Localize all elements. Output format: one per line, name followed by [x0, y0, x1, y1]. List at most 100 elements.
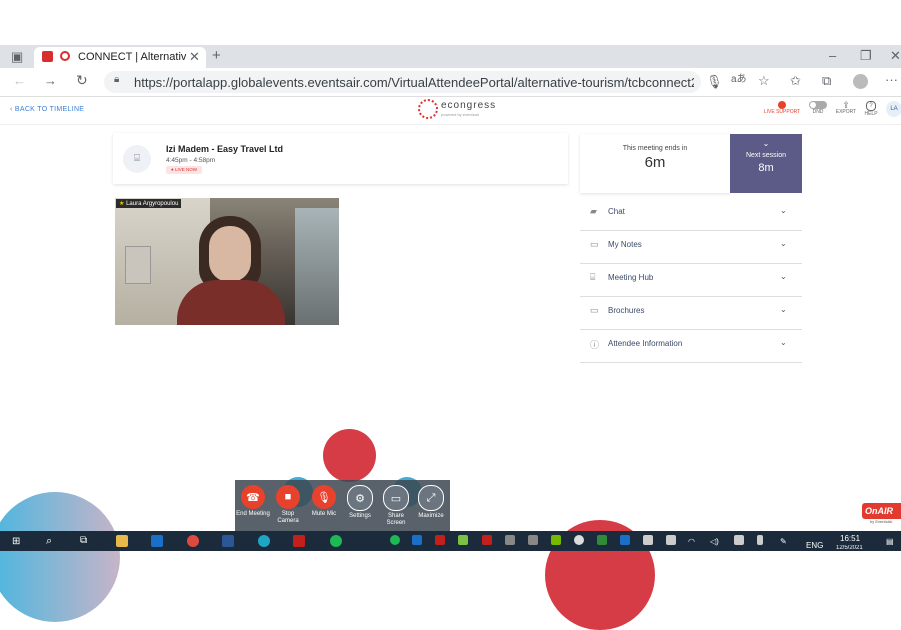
help-icon: ? — [866, 101, 876, 111]
tray-check-icon[interactable] — [458, 535, 468, 545]
windows-start-icon[interactable]: ⊞ — [12, 536, 20, 547]
end-meeting-button[interactable]: ☎ End Meeting — [236, 485, 270, 518]
clock-time[interactable]: 16:51 — [840, 534, 860, 543]
share-screen-button[interactable]: ▭ Share Screen — [379, 485, 413, 527]
clock-date[interactable]: 12/5/2021 — [836, 545, 863, 551]
close-tab-icon[interactable]: ✕ — [189, 50, 200, 63]
security-icon[interactable] — [643, 535, 653, 545]
control-label: Share Screen — [386, 513, 406, 526]
refresh-icon[interactable]: ↻ — [76, 73, 88, 87]
ends-value: 6m — [644, 154, 666, 171]
microphone-icon: 🎙︎ — [312, 485, 336, 509]
battery-icon[interactable] — [666, 535, 676, 545]
help-button[interactable]: ? HELP — [862, 101, 880, 117]
taskbar — [0, 531, 901, 551]
mute-mic-button[interactable]: 🎙︎ Mute Mic — [307, 485, 341, 518]
chevron-down-icon: ⌄ — [780, 305, 787, 314]
back-to-timeline-link[interactable]: ‹ BACK TO TIMELINE — [10, 106, 84, 113]
export-button[interactable]: ⇪ EXPORT — [834, 100, 858, 116]
chevron-down-icon: ⌄ — [780, 338, 787, 347]
tray-usb-icon[interactable] — [757, 535, 763, 545]
tray-excel-icon[interactable] — [597, 535, 607, 545]
accordion-meeting-hub[interactable]: ⌸ Meeting Hub ⌄ — [580, 264, 802, 297]
meeting-countdown: This meeting ends in 6m — [580, 134, 730, 193]
collections-icon[interactable]: ⧉ — [822, 74, 831, 87]
profile-icon[interactable] — [853, 74, 868, 89]
expand-icon: ⤢ — [418, 485, 444, 511]
chevron-down-icon: ⌄ — [780, 239, 787, 248]
accordion-label: My Notes — [608, 240, 642, 249]
edge-icon[interactable] — [258, 535, 270, 547]
live-badge: ● LIVE NOW — [166, 166, 202, 174]
onedrive-icon[interactable] — [574, 535, 584, 545]
bluetooth-icon[interactable] — [620, 535, 630, 545]
dnd-toggle[interactable]: DND — [809, 101, 827, 115]
close-window-icon[interactable]: ✕ — [890, 49, 901, 62]
pen-icon[interactable]: ✎ — [780, 537, 787, 546]
onair-badge[interactable]: OnAIR — [862, 503, 901, 519]
tray-app-icon[interactable] — [435, 535, 445, 545]
outlook-tray-icon[interactable] — [412, 535, 422, 545]
logo-subtitle: powered by eventsair — [441, 112, 480, 117]
chrome-icon[interactable] — [187, 535, 199, 547]
notes-icon: ▭ — [590, 239, 599, 249]
outlook-icon[interactable] — [151, 535, 163, 547]
tray-monitor-icon[interactable] — [734, 535, 744, 545]
accordion-label: Attendee Information — [608, 339, 683, 348]
live-label: LIVE NOW — [174, 167, 197, 172]
accordion-attendee-information[interactable]: ⓘ Attendee Information ⌄ — [580, 330, 802, 363]
participant-video[interactable] — [115, 198, 339, 325]
maximize-button[interactable]: ⤢ Maximize — [414, 485, 448, 520]
accordion-chat[interactable]: ▰ Chat ⌄ — [580, 198, 802, 231]
tray-device-icon[interactable] — [528, 535, 538, 545]
microphone-icon[interactable]: 🎙︎ — [706, 75, 723, 88]
brochure-icon: ▭ — [590, 305, 599, 315]
search-icon[interactable]: ⌕ — [46, 535, 52, 548]
forward-icon[interactable]: → — [44, 74, 57, 87]
word-icon[interactable] — [222, 535, 234, 547]
stop-camera-button[interactable]: ■ Stop Camera — [271, 485, 305, 525]
spotify-tray-icon[interactable] — [390, 535, 400, 545]
tab-actions-icon[interactable]: ▣ — [11, 50, 23, 63]
notifications-icon[interactable]: ▤ — [886, 537, 894, 546]
next-session-box[interactable]: ⌄ Next session 8m — [730, 134, 802, 193]
task-view-icon[interactable]: ⧉ — [80, 535, 87, 546]
read-aloud-icon[interactable]: aあ — [731, 75, 747, 85]
live-support-button[interactable]: LIVE SUPPORT — [762, 101, 802, 115]
logo-text: econgress — [441, 100, 497, 111]
spotify-icon[interactable] — [330, 535, 342, 547]
meeting-title: Izi Madem - Easy Travel Ltd — [166, 144, 284, 154]
header-divider — [0, 124, 901, 125]
new-tab-icon[interactable]: + — [212, 48, 221, 63]
wifi-icon[interactable]: ◠ — [688, 537, 695, 546]
tray-doc-icon[interactable] — [505, 535, 515, 545]
favorite-icon[interactable]: ☆ — [758, 74, 770, 87]
nvidia-icon[interactable] — [551, 535, 561, 545]
tab-title: CONNECT | Alternative Touri — [78, 51, 186, 63]
export-label: EXPORT — [835, 109, 857, 115]
file-explorer-icon[interactable] — [116, 535, 128, 547]
language-indicator[interactable]: ENG — [806, 541, 823, 550]
tray-calendar-icon[interactable] — [482, 535, 492, 545]
acrobat-icon[interactable] — [293, 535, 305, 547]
chevron-down-icon: ⌄ — [780, 206, 787, 215]
chevron-down-icon: ⌄ — [762, 139, 770, 148]
accordion-brochures[interactable]: ▭ Brochures ⌄ — [580, 297, 802, 330]
lock-icon[interactable]: 🔒︎ — [114, 75, 119, 85]
restore-icon[interactable]: ❐ — [860, 49, 872, 62]
gear-icon: ⚙ — [347, 485, 373, 511]
volume-icon[interactable]: ◁) — [710, 537, 719, 546]
more-icon[interactable]: ··· — [885, 73, 898, 86]
favorites-icon[interactable]: ✩ — [790, 74, 801, 87]
accordion-label: Meeting Hub — [608, 273, 654, 282]
accordion-my-notes[interactable]: ▭ My Notes ⌄ — [580, 231, 802, 264]
minimize-icon[interactable]: – — [829, 49, 836, 62]
user-avatar[interactable]: LA — [886, 101, 901, 117]
live-support-label: LIVE SUPPORT — [763, 109, 801, 115]
settings-button[interactable]: ⚙ Settings — [343, 485, 377, 520]
decor-circle-blue — [0, 492, 120, 622]
meeting-table-icon: ⌸ — [123, 145, 151, 173]
back-icon[interactable]: ← — [13, 74, 26, 87]
export-icon: ⇪ — [842, 100, 850, 110]
headset-icon — [778, 101, 786, 109]
